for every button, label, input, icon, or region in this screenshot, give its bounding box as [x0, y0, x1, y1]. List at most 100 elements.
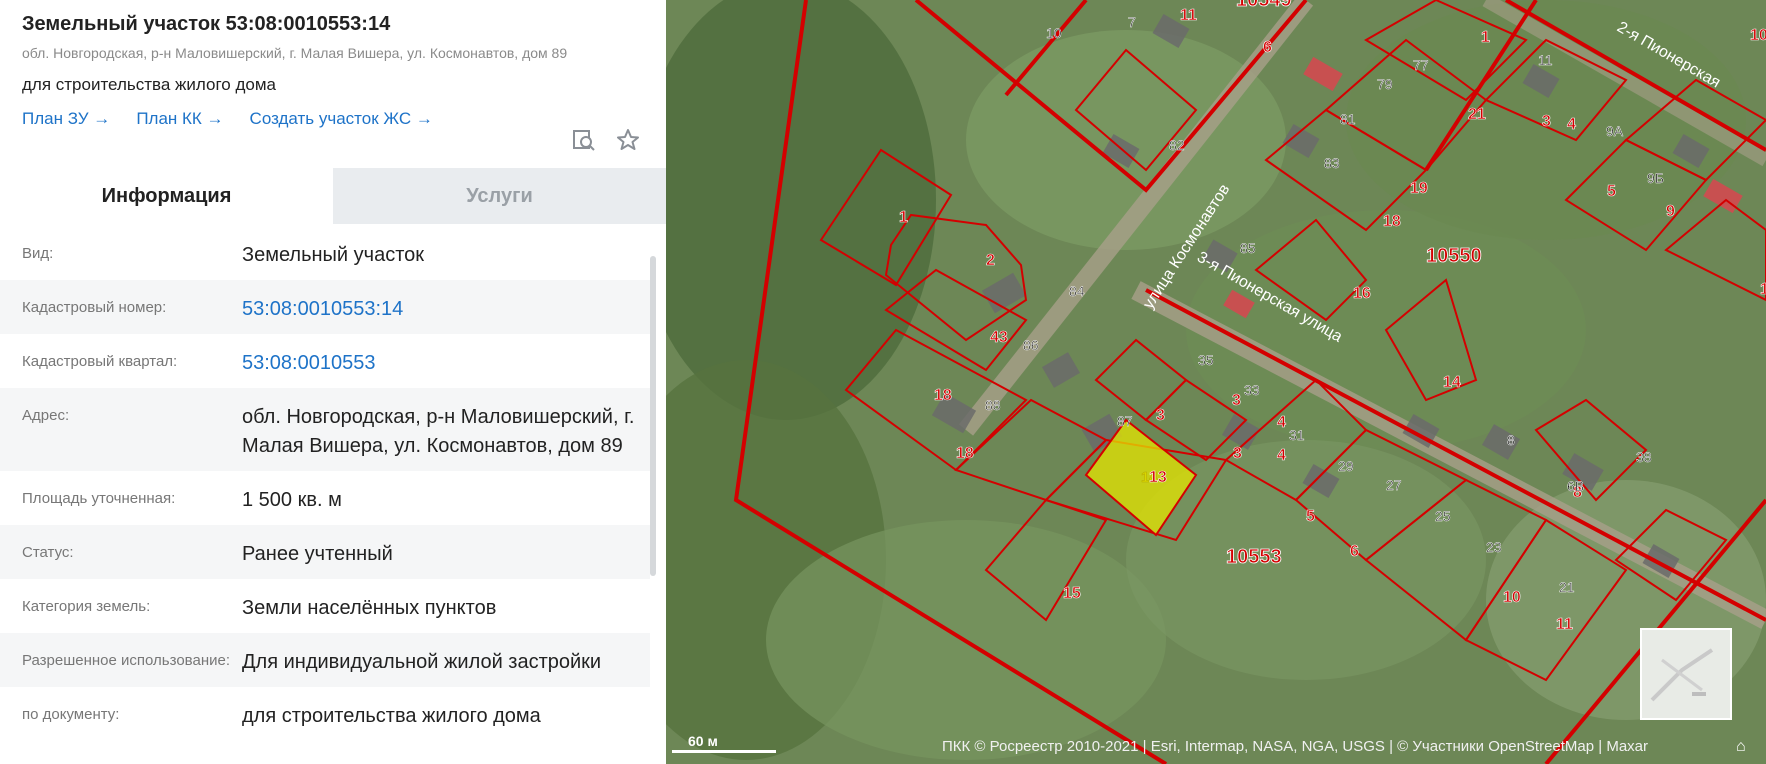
- parcel-number: 11: [1556, 616, 1573, 633]
- address-number: 84: [1069, 283, 1085, 299]
- address-number: 85: [1240, 240, 1256, 256]
- overview-minimap[interactable]: [1640, 628, 1732, 720]
- parcel-number: 21: [1468, 106, 1486, 123]
- address-number: 35: [1198, 352, 1214, 368]
- address-number: 79: [1377, 76, 1393, 92]
- parcel-number: 13: [1149, 469, 1167, 486]
- row-label: Разрешенное использование:: [22, 652, 230, 669]
- parcel-number: 43: [990, 329, 1008, 346]
- plan-links: План ЗУ → План КК → Создать участок ЖС →: [22, 109, 644, 129]
- row-label: Адрес:: [22, 407, 70, 424]
- parcel-number: 4: [1567, 116, 1576, 133]
- address-number: 9Б: [1647, 170, 1664, 186]
- row-value: обл. Новгородская, р-н Маловишерский, г.…: [242, 406, 635, 457]
- cadastral-number-link[interactable]: 53:08:0010553:14: [242, 280, 650, 334]
- row-label: Статус:: [22, 544, 74, 561]
- address-number: 33: [1244, 382, 1260, 398]
- row-label: Кадастровый номер:: [22, 299, 167, 316]
- parcel-number: 18: [1383, 213, 1401, 230]
- parcel-number: 1: [899, 209, 908, 226]
- address-number: 21: [1559, 579, 1575, 595]
- address-number: 23: [1486, 539, 1502, 555]
- row-label: Вид:: [22, 245, 54, 262]
- address-number: 11: [1538, 52, 1553, 68]
- address-number: 6В: [1567, 478, 1584, 494]
- tab-bar: Информация Услуги: [0, 168, 666, 224]
- address-number: 83: [1324, 155, 1340, 171]
- table-row: Кадастровый номер: 53:08:0010553:14: [0, 280, 650, 334]
- parcel-number: 10: [1750, 27, 1766, 44]
- parcel-number: 11: [1180, 7, 1197, 24]
- address-number: 8: [1507, 432, 1515, 448]
- address-number: 9А: [1606, 123, 1624, 139]
- parcel-number: 14: [1443, 374, 1461, 391]
- map-canvas[interactable]: 14 улица Космонавтов 3-я Пионерская улиц…: [666, 0, 1766, 764]
- parcel-header: Земельный участок 53:08:0010553:14 обл. …: [0, 0, 666, 154]
- attribute-table: Вид: Земельный участок Кадастровый номер…: [0, 226, 650, 741]
- parcel-number: 5: [1607, 183, 1616, 200]
- header-actions: [572, 128, 640, 152]
- address-number: 82: [1169, 137, 1185, 153]
- parcel-number: 16: [1353, 285, 1371, 302]
- row-value: Ранее учтенный: [242, 543, 393, 565]
- parcel-number: 19: [1410, 180, 1428, 197]
- quarter-label: 10549: [1236, 0, 1292, 11]
- parcel-number: 5: [1306, 508, 1315, 525]
- parcel-number: 4: [1277, 414, 1286, 431]
- search-doc-icon[interactable]: [572, 128, 596, 152]
- star-icon[interactable]: [616, 128, 640, 152]
- parcel-number: 3: [1233, 445, 1242, 462]
- map-attribution: ПКК © Росреестр 2010-2021 | Esri, Interm…: [942, 738, 1649, 755]
- map-view[interactable]: 14 улица Космонавтов 3-я Пионерская улиц…: [666, 0, 1766, 764]
- cadastral-quarter-link[interactable]: 53:08:0010553: [242, 334, 650, 388]
- row-value: Земельный участок: [242, 244, 425, 266]
- address-number: 27: [1386, 477, 1402, 493]
- parcel-number: 4: [1277, 447, 1286, 464]
- table-row: Площадь уточненная: 1 500 кв. м: [0, 471, 650, 525]
- row-value: 1 500 кв. м: [242, 489, 342, 511]
- table-row: Вид: Земельный участок: [0, 226, 650, 280]
- address-number: 25: [1435, 508, 1451, 524]
- table-row: Категория земель: Земли населённых пункт…: [0, 579, 650, 633]
- address-number: 81: [1340, 111, 1356, 127]
- parcel-number: 2: [986, 252, 995, 269]
- scale-label: 60 м: [688, 733, 718, 749]
- tab-information[interactable]: Информация: [0, 168, 333, 224]
- parcel-number: 3: [1232, 392, 1241, 409]
- address-number: 38: [1636, 449, 1652, 465]
- scale-bar: [672, 750, 776, 753]
- row-value: Для индивидуальной жилой застройки: [242, 651, 602, 673]
- row-label: по документу:: [22, 706, 120, 723]
- table-row: Адрес: обл. Новгородская, р-н Маловишерс…: [0, 388, 650, 471]
- row-label: Кадастровый квартал:: [22, 353, 178, 370]
- parcel-number: 1: [1481, 29, 1490, 46]
- create-parcel-link[interactable]: Создать участок ЖС →: [250, 109, 433, 129]
- row-value: для строительства жилого дома: [242, 705, 541, 727]
- quarter-label: 10550: [1426, 245, 1482, 267]
- address-number: 29: [1338, 458, 1354, 474]
- parcel-number: 18: [956, 445, 974, 462]
- plan-kk-link[interactable]: План КК →: [136, 109, 223, 129]
- parcel-number: 3: [1156, 407, 1165, 424]
- scrollbar[interactable]: [650, 256, 656, 576]
- table-row: Кадастровый квартал: 53:08:0010553: [0, 334, 650, 388]
- parcel-number: 15: [1063, 585, 1081, 602]
- plan-zu-link[interactable]: План ЗУ →: [22, 109, 110, 129]
- parcel-number: 18: [934, 387, 952, 404]
- row-label: Площадь уточненная:: [22, 490, 176, 507]
- tab-services[interactable]: Услуги: [333, 168, 666, 224]
- row-value: Земли населённых пунктов: [242, 597, 497, 619]
- address-number: 10: [1046, 25, 1062, 41]
- parcel-address: обл. Новгородская, р-н Маловишерский, г.…: [22, 45, 568, 61]
- row-label: Категория земель:: [22, 598, 151, 615]
- table-row: Разрешенное использование: Для индивидуа…: [0, 633, 650, 687]
- parcel-number: 10: [1760, 281, 1766, 298]
- address-number: 87: [1117, 413, 1133, 429]
- home-icon[interactable]: ⌂: [1736, 738, 1746, 756]
- parcel-number: 6: [1263, 39, 1272, 56]
- address-number: 86: [1023, 337, 1039, 353]
- address-number: 7: [1128, 14, 1136, 30]
- parcel-number: 9: [1666, 203, 1675, 220]
- quarter-label: 10553: [1226, 546, 1282, 568]
- table-row: по документу: для строительства жилого д…: [0, 687, 650, 741]
